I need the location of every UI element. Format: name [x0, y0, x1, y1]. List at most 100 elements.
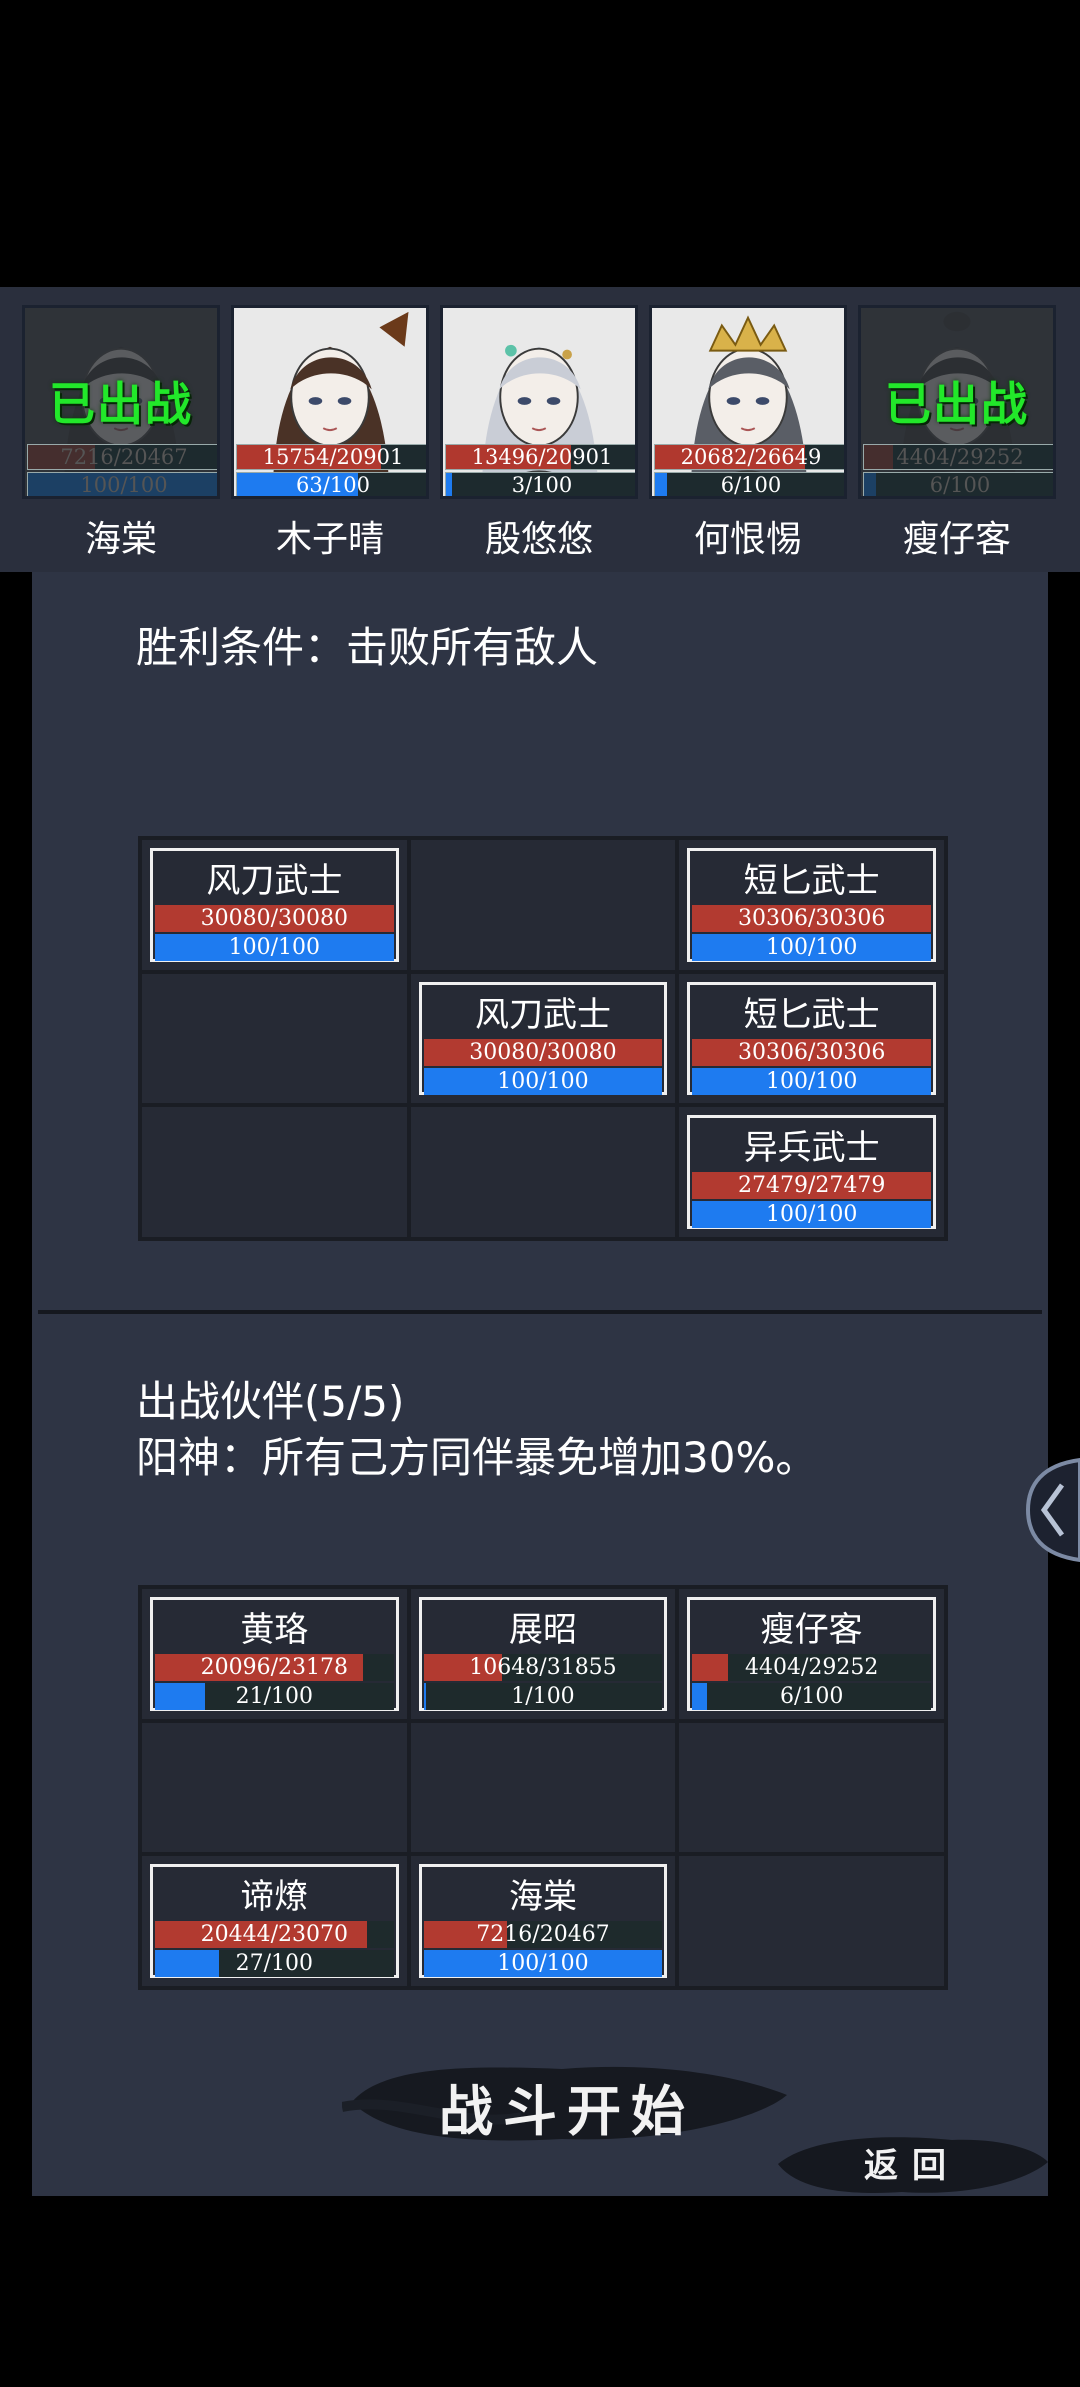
hp-bar: 20444/23070 — [155, 1921, 394, 1949]
mp-bar-value: 100/100 — [80, 473, 168, 497]
hp-value: 10648/31855 — [469, 1655, 617, 1680]
unit-card[interactable]: 展昭 10648/31855 1/100 — [418, 1597, 668, 1711]
mp-bar: 100/100 — [692, 1201, 931, 1229]
unit-card[interactable]: 黄珞 20096/23178 21/100 — [150, 1597, 399, 1711]
mp-value: 100/100 — [765, 1202, 858, 1228]
dark-haired-woman-portrait: 7216/20467 100/100 已出战 — [22, 305, 220, 499]
hp-bar: 15754/20901 — [236, 444, 426, 470]
enemy-slot — [410, 840, 676, 970]
hp-bar: 20682/26649 — [654, 444, 844, 470]
ally-slot[interactable] — [410, 1722, 676, 1853]
mp-bar: 100/100 — [692, 1067, 931, 1095]
unit-card[interactable]: 谛燎 20444/23070 27/100 — [150, 1864, 399, 1978]
brown-haired-woman-portrait: 15754/20901 63/100 — [231, 305, 429, 499]
enemy-slot: 风刀武士 30080/30080 100/100 — [410, 973, 676, 1104]
enemy-slot — [410, 1107, 676, 1237]
unit-card[interactable]: 异兵武士 27479/27479 100/100 — [687, 1115, 936, 1229]
enemy-slot — [142, 973, 407, 1104]
unit-card[interactable]: 短匕武士 30306/30306 100/100 — [687, 848, 936, 962]
ally-slot[interactable]: 海棠 7216/20467 100/100 — [410, 1856, 676, 1986]
hp-value: 4404/29252 — [744, 1655, 879, 1680]
hp-bar: 30306/30306 — [692, 905, 931, 932]
hp-value: 30306/30306 — [737, 906, 886, 931]
ally-slot[interactable]: 谛燎 20444/23070 27/100 — [142, 1856, 407, 1986]
topknot-man-portrait: 4404/29252 6/100 已出战 — [858, 305, 1056, 499]
unit-name: 黄珞 — [240, 1610, 309, 1650]
roster-card[interactable]: 20682/26649 6/100 何恨惕 — [649, 305, 847, 569]
mp-bar-value: 63/100 — [296, 473, 370, 497]
mp-bar: 3/100 — [445, 472, 635, 496]
crowned-woman-portrait: 20682/26649 6/100 — [649, 305, 847, 499]
start-battle-label: 战斗开始 — [439, 2079, 695, 2143]
mp-bar-value: 6/100 — [720, 473, 782, 497]
start-battle-button[interactable]: 战斗开始 — [342, 2047, 792, 2157]
mp-value: 100/100 — [497, 1068, 589, 1094]
hp-bar-value: 20682/26649 — [680, 445, 822, 469]
mp-bar: 100/100 — [423, 1950, 663, 1978]
ally-slot[interactable]: 展昭 10648/31855 1/100 — [410, 1589, 676, 1719]
hp-value: 20444/23070 — [200, 1922, 349, 1948]
roster-card[interactable]: 15754/20901 63/100 木子晴 — [231, 305, 429, 569]
battle-panel: 胜利条件：击败所有敌人 风刀武士 30080/30080 100/100 短匕武士 30… — [32, 572, 1048, 2196]
hp-bar: 30080/30080 — [423, 1038, 663, 1066]
roster-name: 海棠 — [84, 519, 157, 560]
ally-slot[interactable]: 瘦仔客 4404/29252 6/100 — [679, 1589, 944, 1719]
side-drawer-handle-icon[interactable] — [1022, 1455, 1080, 1565]
hp-bar: 27479/27479 — [692, 1172, 931, 1200]
ally-slot[interactable]: 黄珞 20096/23178 21/100 — [142, 1589, 407, 1719]
roster-card[interactable]: 7216/20467 100/100 已出战海棠 — [22, 305, 220, 569]
roster-card[interactable]: 13496/20901 3/100 殷悠悠 — [440, 305, 638, 569]
hp-value: 20096/23178 — [200, 1655, 349, 1680]
ally-formation-grid[interactable]: 黄珞 20096/23178 21/100 展昭 10648/31855 1/100 瘦仔客… — [138, 1585, 948, 1990]
enemy-slot: 风刀武士 30080/30080 100/100 — [142, 840, 407, 970]
enemy-slot: 短匕武士 30306/30306 100/100 — [679, 973, 944, 1104]
mp-bar-value: 6/100 — [929, 473, 991, 497]
ally-slot[interactable] — [679, 1722, 944, 1853]
unit-card[interactable]: 瘦仔客 4404/29252 6/100 — [687, 1597, 936, 1711]
unit-name: 谛燎 — [240, 1877, 309, 1918]
hp-bar: 10648/31855 — [423, 1654, 663, 1681]
unit-card[interactable]: 短匕武士 30306/30306 100/100 — [687, 981, 936, 1096]
hp-bar-value: 7216/20467 — [60, 445, 188, 469]
hp-bar: 7216/20467 — [27, 444, 217, 470]
unit-card[interactable]: 风刀武士 30080/30080 100/100 — [150, 848, 399, 962]
ally-slot[interactable] — [679, 1856, 944, 1986]
mp-value: 21/100 — [235, 1684, 314, 1709]
deployed-badge: 已出战 — [49, 377, 193, 431]
victory-condition: 胜利条件：击败所有敌人 — [136, 623, 599, 672]
mp-value: 100/100 — [497, 1951, 589, 1977]
partner-count-title: 出战伙伴(5/5) — [136, 1377, 405, 1426]
partner-roster-strip[interactable]: 7216/20467 100/100 已出战海棠 15754/20901 63/100… — [0, 287, 1080, 878]
unit-name: 海棠 — [508, 1877, 577, 1918]
mp-bar: 6/100 — [692, 1683, 931, 1710]
battle-setup-screen: 7216/20467 100/100 已出战海棠 15754/20901 63/100… — [0, 0, 1080, 2387]
mp-value: 6/100 — [779, 1684, 844, 1709]
mp-value: 100/100 — [765, 935, 858, 960]
hp-bar: 4404/29252 — [692, 1654, 931, 1681]
hp-bar: 7216/20467 — [423, 1921, 663, 1949]
unit-name: 短匕武士 — [743, 994, 880, 1035]
unit-name: 风刀武士 — [474, 994, 611, 1035]
roster-name: 瘦仔客 — [902, 519, 1011, 560]
hp-value: 30080/30080 — [200, 906, 349, 931]
unit-card[interactable]: 风刀武士 30080/30080 100/100 — [418, 981, 668, 1096]
hp-bar-value: 15754/20901 — [262, 445, 404, 469]
unit-card[interactable]: 海棠 7216/20467 100/100 — [418, 1864, 668, 1978]
hp-bar: 30306/30306 — [692, 1038, 931, 1066]
roster-name: 何恨惕 — [693, 519, 802, 560]
hp-value: 30306/30306 — [737, 1039, 886, 1065]
mp-bar: 6/100 — [863, 472, 1053, 497]
silver-haired-woman-portrait: 13496/20901 3/100 — [440, 305, 638, 499]
roster-name: 殷悠悠 — [484, 519, 593, 560]
ally-slot[interactable] — [142, 1722, 407, 1853]
roster-card[interactable]: 4404/29252 6/100 已出战瘦仔客 — [858, 305, 1056, 569]
mp-value: 100/100 — [228, 935, 321, 960]
unit-name: 展昭 — [508, 1610, 577, 1650]
mp-bar: 1/100 — [423, 1683, 663, 1710]
back-button[interactable]: 返回 — [772, 2122, 1052, 2202]
partner-skill-text: 阳神：所有己方同伴暴免增加30%。 — [136, 1433, 818, 1482]
hp-value: 30080/30080 — [469, 1039, 617, 1065]
hp-value: 7216/20467 — [476, 1922, 610, 1948]
mp-bar: 100/100 — [423, 1067, 663, 1095]
enemy-slot — [142, 1107, 407, 1237]
